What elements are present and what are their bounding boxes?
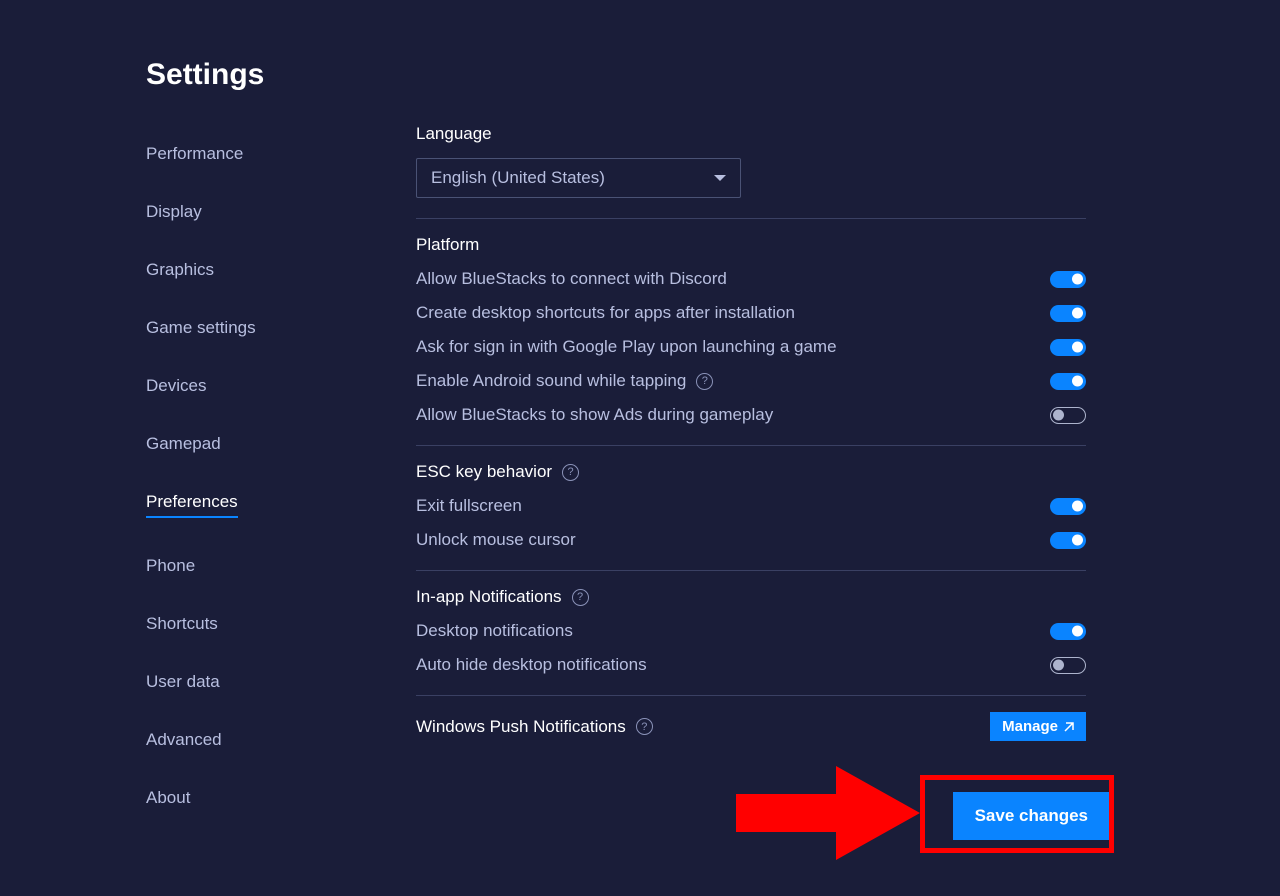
row-label: Exit fullscreen [416,496,522,516]
toggle-desktop-shortcuts[interactable] [1050,305,1086,322]
divider [416,445,1086,446]
manage-button[interactable]: Manage [990,712,1086,741]
toggle-desktop-notifications[interactable] [1050,623,1086,640]
divider [416,218,1086,219]
sidebar-item-user-data[interactable]: User data [146,672,220,692]
settings-sidebar: Performance Display Graphics Game settin… [146,124,416,836]
help-icon[interactable]: ? [696,373,713,390]
esc-section-title: ESC key behavior ? [416,462,1086,482]
row-label: Auto hide desktop notifications [416,655,647,675]
sidebar-item-display[interactable]: Display [146,202,202,222]
toggle-discord[interactable] [1050,271,1086,288]
language-select[interactable]: English (United States) [416,158,741,198]
row-label: Desktop notifications [416,621,573,641]
row-label: Unlock mouse cursor [416,530,576,550]
language-select-value: English (United States) [431,168,605,188]
sidebar-item-devices[interactable]: Devices [146,376,206,396]
language-section-title: Language [416,124,1086,144]
row-label: Ask for sign in with Google Play upon la… [416,337,837,357]
toggle-android-sound[interactable] [1050,373,1086,390]
external-link-icon [1064,722,1074,732]
platform-section-title: Platform [416,235,1086,255]
help-icon[interactable]: ? [572,589,589,606]
sidebar-item-performance[interactable]: Performance [146,144,243,164]
preferences-panel[interactable]: Language English (United States) Platfor… [416,124,1110,778]
platform-row-discord: Allow BlueStacks to connect with Discord [416,269,1086,289]
save-changes-button[interactable]: Save changes [953,792,1110,840]
toggle-exit-fullscreen[interactable] [1050,498,1086,515]
row-label: Allow BlueStacks to show Ads during game… [416,405,773,425]
platform-row-android-sound: Enable Android sound while tapping ? [416,371,1086,391]
sidebar-item-gamepad[interactable]: Gamepad [146,434,221,454]
toggle-autohide-notifications[interactable] [1050,657,1086,674]
sidebar-item-phone[interactable]: Phone [146,556,195,576]
manage-button-label: Manage [1002,718,1058,735]
inapp-section-title: In-app Notifications ? [416,587,1086,607]
toggle-ads[interactable] [1050,407,1086,424]
esc-row-exit-fullscreen: Exit fullscreen [416,496,1086,516]
help-icon[interactable]: ? [636,718,653,735]
row-label: Allow BlueStacks to connect with Discord [416,269,727,289]
toggle-unlock-cursor[interactable] [1050,532,1086,549]
platform-row-google-play: Ask for sign in with Google Play upon la… [416,337,1086,357]
row-label-text: Enable Android sound while tapping [416,371,686,391]
chevron-down-icon [714,175,726,181]
inapp-row-desktop-notifications: Desktop notifications [416,621,1086,641]
divider [416,570,1086,571]
platform-row-shortcuts: Create desktop shortcuts for apps after … [416,303,1086,323]
sidebar-item-about[interactable]: About [146,788,190,808]
inapp-row-autohide: Auto hide desktop notifications [416,655,1086,675]
push-title-text: Windows Push Notifications [416,717,626,737]
platform-row-ads: Allow BlueStacks to show Ads during game… [416,405,1086,425]
esc-title-text: ESC key behavior [416,462,552,482]
esc-row-unlock-cursor: Unlock mouse cursor [416,530,1086,550]
sidebar-item-shortcuts[interactable]: Shortcuts [146,614,218,634]
push-section-title: Windows Push Notifications ? [416,717,653,737]
row-label: Create desktop shortcuts for apps after … [416,303,795,323]
footer: Save changes [416,786,1110,846]
row-label: Enable Android sound while tapping ? [416,371,713,391]
divider [416,695,1086,696]
page-title: Settings [146,58,1280,92]
sidebar-item-advanced[interactable]: Advanced [146,730,222,750]
toggle-google-play-signin[interactable] [1050,339,1086,356]
help-icon[interactable]: ? [562,464,579,481]
sidebar-item-graphics[interactable]: Graphics [146,260,214,280]
inapp-title-text: In-app Notifications [416,587,562,607]
sidebar-item-preferences[interactable]: Preferences [146,492,238,518]
sidebar-item-game-settings[interactable]: Game settings [146,318,256,338]
